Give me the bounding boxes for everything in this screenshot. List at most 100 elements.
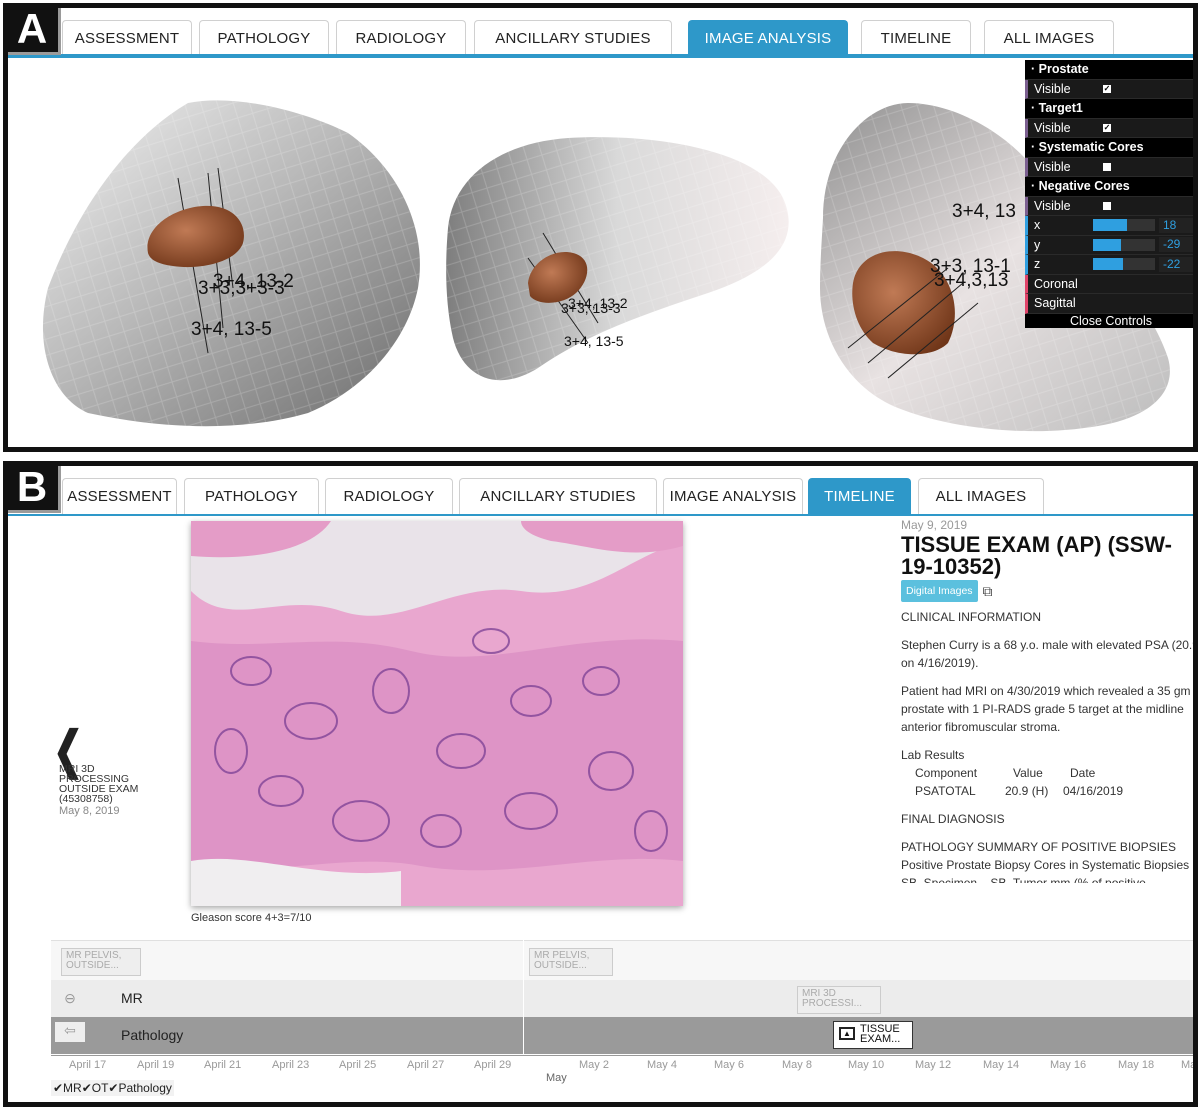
visible-toggle-systematic[interactable]: Visible [1025,157,1193,177]
axis-tick: April 17 [69,1059,107,1071]
folder-label: Prostate [1038,62,1089,77]
digital-images-button[interactable]: Digital Images [901,580,978,602]
slider-label: z [1034,257,1041,272]
value-y[interactable]: -29 [1159,237,1193,253]
visible-label: Visible [1034,198,1071,213]
tab-assessment[interactable]: ASSESSMENT [62,478,177,514]
value-x[interactable]: 18 [1159,217,1193,233]
axis-month-label: May [546,1072,567,1084]
previous-exam-link[interactable]: MRI 3D PROCESSING OUTSIDE EXAM (45308758… [59,763,149,817]
visible-toggle-target1[interactable]: Visible ✓ [1025,118,1193,138]
slider-z[interactable] [1093,258,1155,271]
row-label-mr: MR [121,990,143,1006]
tab-pathology[interactable]: PATHOLOGY [184,478,319,514]
coronal-button[interactable]: Coronal [1025,274,1193,294]
folder-target1[interactable]: · Target1 [1025,99,1193,119]
slider-x[interactable] [1093,219,1155,232]
core-label: 3+4, 13-5 [564,333,624,349]
tab-timeline[interactable]: TIMELINE [808,478,911,514]
tab-timeline[interactable]: TIMELINE [861,20,971,56]
lab-table-header: Component Value Date [901,764,1193,782]
tab-all-images[interactable]: ALL IMAGES [984,20,1114,56]
folder-systematic-cores[interactable]: · Systematic Cores [1025,138,1193,158]
timeline-filters[interactable]: ✔MR✔OT✔Pathology [51,1080,174,1096]
tab-image-analysis[interactable]: IMAGE ANALYSIS [663,478,803,514]
event-chip-label: TISSUE EXAM... [860,1023,901,1045]
tab-assessment[interactable]: ASSESSMENT [62,20,192,56]
timeline-axis: April 17 April 19 April 21 April 23 Apri… [51,1055,1197,1084]
cell-value: 20.9 (H) [1005,784,1049,798]
clinical-text-1: Stephen Curry is a 68 y.o. male with ele… [901,638,1198,670]
folder-label: Negative Cores [1038,179,1130,194]
close-controls-button[interactable]: Close Controls [1025,314,1193,328]
slider-y[interactable] [1093,238,1155,251]
axis-tick: April 19 [137,1059,175,1071]
tab-pathology[interactable]: PATHOLOGY [199,20,329,56]
visible-label: Visible [1034,81,1071,96]
slider-x-row: x 18 [1025,216,1193,236]
checkbox-checked[interactable]: ✓ [1103,123,1111,132]
checkbox-checked[interactable]: ✓ [1103,84,1111,93]
core-label: 3+4, 13 [952,201,1016,222]
back-arrow-icon[interactable]: ⇦ [55,1022,85,1042]
visible-toggle-prostate[interactable]: Visible ✓ [1025,79,1193,99]
value-z[interactable]: -22 [1159,256,1193,272]
tab-ancillary-studies[interactable]: ANCILLARY STUDIES [459,478,657,514]
collapse-icon: · [1031,140,1039,155]
tab-all-images[interactable]: ALL IMAGES [918,478,1044,514]
tab-bar: ASSESSMENT PATHOLOGY RADIOLOGY ANCILLARY… [8,466,1193,516]
positive-cores-text: Positive Prostate Biopsy Cores in System… [901,858,1190,872]
checkbox-unchecked[interactable] [1103,162,1111,171]
specimen-table-header: SB. Specimen SB. Tumor mm (% of positive [901,876,1146,883]
folder-prostate[interactable]: · Prostate [1025,60,1193,80]
tab-radiology[interactable]: RADIOLOGY [336,20,466,56]
tab-underline [8,514,1193,516]
checkbox-unchecked[interactable] [1103,201,1111,210]
col-date: Date [1070,766,1096,780]
timeline: MR Pathology ⊕ ⊖ ⇦ MR PELVIS, OUTSIDE...… [51,940,1197,1102]
sagittal-button[interactable]: Sagittal [1025,294,1193,314]
event-chip-mr-pelvis[interactable]: MR PELVIS, OUTSIDE... [529,948,613,976]
axis-tick: May 2 [579,1059,609,1071]
event-chip-tissue-exam[interactable]: ▲ TISSUE EXAM... [833,1021,913,1049]
axis-tick: May 16 [1050,1059,1087,1071]
external-link-icon[interactable]: ⧉ [983,582,993,600]
cell-component: PSATOTAL [915,784,976,798]
panel-a: A ASSESSMENT PATHOLOGY RADIOLOGY ANCILLA… [3,3,1198,452]
previous-exam-title: MRI 3D PROCESSING OUTSIDE EXAM (45308758… [59,763,139,805]
pathology-summary-header: PATHOLOGY SUMMARY OF POSITIVE BIOPSIES [901,840,1176,854]
tab-image-analysis[interactable]: IMAGE ANALYSIS [688,20,848,56]
event-chip-mri-3d[interactable]: MRI 3D PROCESSI... [797,986,881,1014]
axis-tick: May 8 [782,1059,812,1071]
image-icon: ▲ [839,1027,855,1040]
prostate-view-1 [42,100,420,427]
clinical-info-header: CLINICAL INFORMATION [901,610,1042,624]
axis-tick: May 18 [1118,1059,1155,1071]
folder-label: Systematic Cores [1038,140,1144,155]
core-label: 3+4,3,13 [934,270,1009,291]
axis-tick: April 21 [204,1059,242,1071]
slider-label: y [1034,237,1041,252]
folder-negative-cores[interactable]: · Negative Cores [1025,177,1193,197]
event-chip-mr-pelvis[interactable]: MR PELVIS, OUTSIDE... [61,948,141,976]
histology-image[interactable] [191,521,683,906]
visible-label: Visible [1034,159,1071,174]
collapse-icon: · [1031,179,1039,194]
tab-ancillary-studies[interactable]: ANCILLARY STUDIES [474,20,672,56]
visible-toggle-negative[interactable]: Visible [1025,196,1193,216]
lab-results-header: Lab Results [901,748,965,762]
3d-prostate-views[interactable] [8,58,1193,447]
exam-details: May 9, 2019 TISSUE EXAM (AP) (SSW-19-103… [901,519,1198,883]
panel-label: A [8,8,61,55]
final-diagnosis-header: FINAL DIAGNOSIS [901,812,1005,826]
tab-radiology[interactable]: RADIOLOGY [325,478,453,514]
axis-tick: May 14 [983,1059,1020,1071]
cell-date: 04/16/2019 [1063,784,1124,798]
col-component: Component [915,766,978,780]
core-label: 3+4, 13-5 [191,319,272,340]
clinical-text-2: Patient had MRI on 4/30/2019 which revea… [901,684,1191,734]
folder-label: Target1 [1038,101,1083,116]
zoom-out-icon[interactable]: ⊖ [55,990,85,1010]
visible-label: Visible [1034,120,1071,135]
axis-tick: May [1181,1059,1197,1071]
